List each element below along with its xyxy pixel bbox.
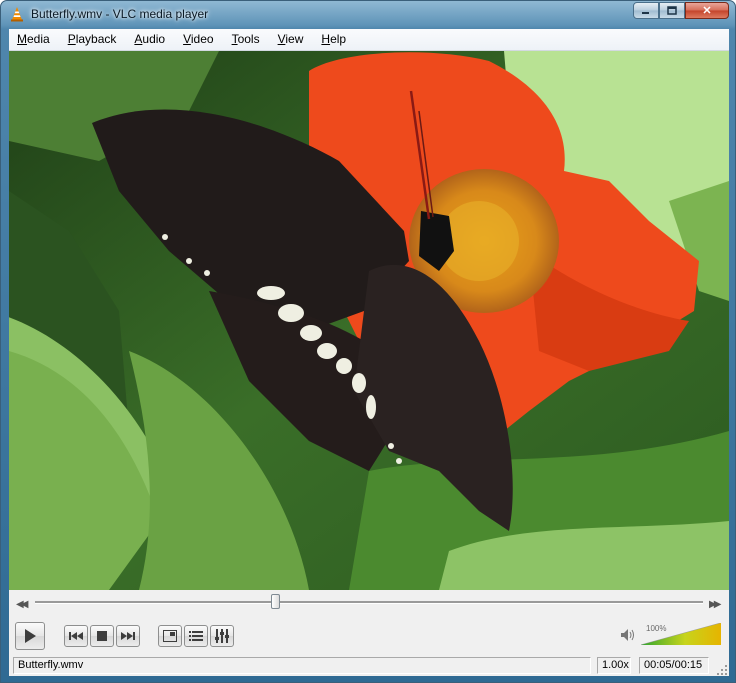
seek-forward-icon[interactable]: ▶▶ bbox=[709, 599, 722, 610]
menu-view[interactable]: View bbox=[270, 29, 312, 50]
playlist-icon bbox=[189, 631, 203, 641]
seek-backward-icon[interactable]: ◀◀ bbox=[16, 599, 29, 610]
maximize-icon bbox=[667, 6, 677, 15]
video-area[interactable] bbox=[9, 51, 729, 590]
menu-playback[interactable]: Playback bbox=[60, 29, 125, 50]
window-title: Butterfly.wmv - VLC media player bbox=[31, 7, 209, 21]
caption-buttons: ✕ bbox=[633, 2, 729, 20]
seek-bar-handle[interactable] bbox=[270, 594, 280, 609]
playlist-button[interactable] bbox=[184, 625, 208, 647]
menu-media[interactable]: Media bbox=[9, 29, 58, 50]
menu-playback-rest: layback bbox=[75, 32, 117, 46]
menu-help-rest: elp bbox=[330, 32, 347, 46]
menu-bar: Media Playback Audio Video Tools View He… bbox=[9, 29, 729, 51]
speaker-icon[interactable] bbox=[621, 629, 635, 641]
controls-panel: ◀◀ ▶▶ 100% bbox=[9, 590, 729, 656]
vlc-window: Butterfly.wmv - VLC media player ✕ Media… bbox=[0, 0, 736, 683]
menu-audio[interactable]: Audio bbox=[126, 29, 173, 50]
maximize-button[interactable] bbox=[659, 2, 685, 19]
close-button[interactable]: ✕ bbox=[685, 2, 729, 19]
next-icon bbox=[121, 632, 135, 640]
stop-button[interactable] bbox=[90, 625, 114, 647]
menu-playback-mnemonic: P bbox=[67, 32, 76, 46]
volume-percent: 100% bbox=[646, 624, 667, 633]
menu-media-mnemonic: M bbox=[17, 32, 27, 46]
status-filename: Butterfly.wmv bbox=[13, 657, 591, 674]
status-bar: Butterfly.wmv 1.00x 00:05/00:15 bbox=[9, 656, 729, 676]
previous-button[interactable] bbox=[64, 625, 88, 647]
previous-icon bbox=[69, 632, 83, 640]
extended-settings-button[interactable] bbox=[210, 625, 234, 647]
menu-tools-rest: ools bbox=[237, 32, 260, 46]
vlc-cone-icon bbox=[11, 7, 23, 22]
time-display[interactable]: 00:05/00:15 bbox=[639, 657, 709, 674]
resize-grip-icon[interactable] bbox=[717, 665, 727, 675]
menu-tools[interactable]: Tools bbox=[224, 29, 268, 50]
fullscreen-button[interactable] bbox=[158, 625, 182, 647]
seek-bar-track[interactable] bbox=[35, 601, 703, 604]
menu-video[interactable]: Video bbox=[175, 29, 221, 50]
fullscreen-icon bbox=[163, 630, 177, 642]
menu-help-mnemonic: H bbox=[321, 32, 331, 46]
menu-video-mnemonic: V bbox=[183, 32, 191, 46]
menu-video-rest: ideo bbox=[190, 32, 214, 46]
play-icon bbox=[25, 629, 36, 643]
playback-rate[interactable]: 1.00x bbox=[597, 657, 631, 674]
menu-audio-rest: udio bbox=[142, 32, 166, 46]
next-button[interactable] bbox=[116, 625, 140, 647]
video-frame bbox=[9, 51, 729, 590]
play-button[interactable] bbox=[15, 622, 45, 650]
menu-view-rest: iew bbox=[285, 32, 304, 46]
title-bar[interactable]: Butterfly.wmv - VLC media player ✕ bbox=[1, 1, 735, 29]
minimize-icon bbox=[642, 11, 649, 14]
menu-help[interactable]: Help bbox=[313, 29, 354, 50]
stop-icon bbox=[97, 631, 107, 641]
menu-media-rest: edia bbox=[27, 32, 50, 46]
minimize-button[interactable] bbox=[633, 2, 659, 19]
equalizer-icon bbox=[215, 629, 229, 643]
close-icon: ✕ bbox=[702, 5, 712, 17]
